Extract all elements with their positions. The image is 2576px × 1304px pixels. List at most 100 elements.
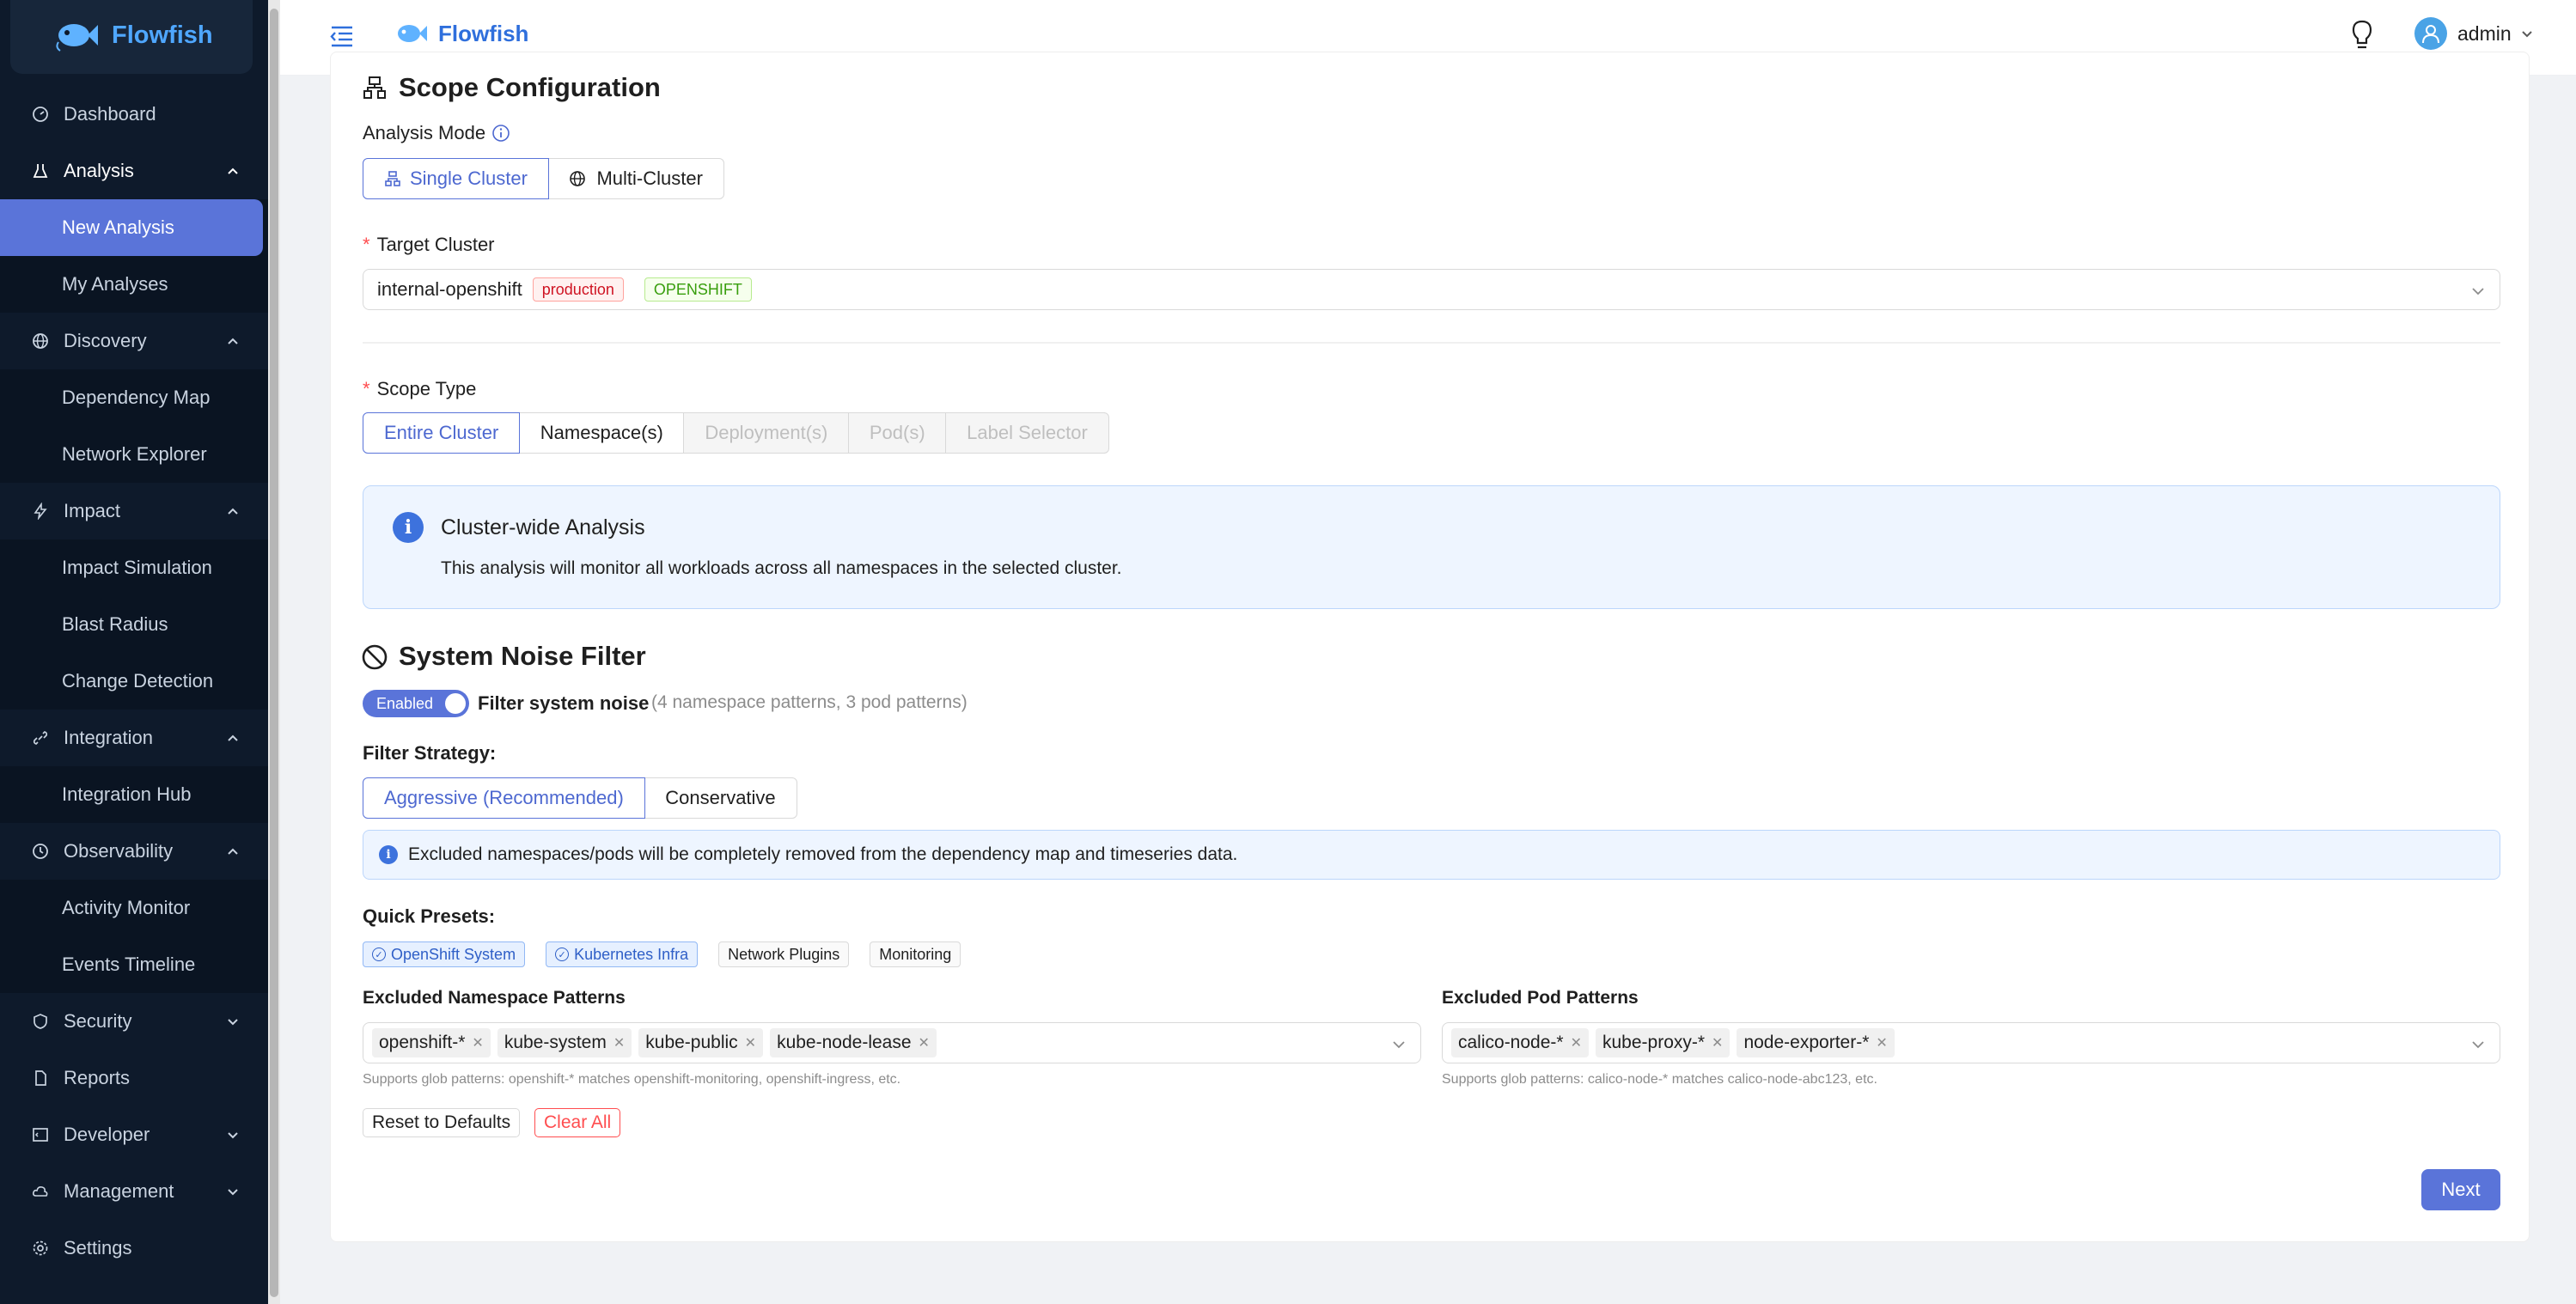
scope-deployments[interactable]: Deployment(s) xyxy=(683,412,850,454)
pod-patterns-label: Excluded Pod Patterns xyxy=(1442,988,1639,1008)
sidebar-item-settings[interactable]: Settings xyxy=(0,1220,268,1277)
close-icon[interactable]: ✕ xyxy=(472,1034,483,1051)
sidebar-item-label: Dependency Map xyxy=(62,387,211,408)
chip-label: kube-proxy-* xyxy=(1602,1033,1706,1052)
close-icon[interactable]: ✕ xyxy=(919,1034,930,1051)
sidebar-item-events-timeline[interactable]: Events Timeline xyxy=(0,936,268,993)
sidebar-item-change-detection[interactable]: Change Detection xyxy=(0,653,268,710)
check-circle-icon: ✓ xyxy=(555,948,570,961)
fish-logo-icon xyxy=(56,24,98,52)
mode-single-cluster[interactable]: Single Cluster xyxy=(363,158,549,199)
sidebar-item-dashboard[interactable]: Dashboard xyxy=(0,86,268,143)
reset-defaults-button[interactable]: Reset to Defaults xyxy=(363,1108,521,1137)
sidebar-item-dependency-map[interactable]: Dependency Map xyxy=(0,369,268,426)
preset-kubernetes-infra[interactable]: ✓ Kubernetes Infra xyxy=(546,941,699,967)
close-icon[interactable]: ✕ xyxy=(745,1034,756,1051)
sidebar-item-developer[interactable]: Developer xyxy=(0,1106,268,1163)
analysis-mode-label: Analysis Mode xyxy=(363,122,485,144)
sidebar-item-activity-monitor[interactable]: Activity Monitor xyxy=(0,880,268,936)
sidebar-item-integration-hub[interactable]: Integration Hub xyxy=(0,766,268,823)
file-icon xyxy=(31,1069,50,1088)
sidebar-item-label: Settings xyxy=(64,1237,132,1258)
ns-pattern-chip: kube-public ✕ xyxy=(638,1028,764,1057)
sidebar-item-impact-simulation[interactable]: Impact Simulation xyxy=(0,539,268,596)
ns-pattern-chip: kube-system ✕ xyxy=(497,1028,632,1057)
strategy-aggressive[interactable]: Aggressive (Recommended) xyxy=(363,777,645,819)
preset-label: OpenShift System xyxy=(391,945,516,963)
close-icon[interactable]: ✕ xyxy=(1712,1034,1723,1051)
chevron-up-icon xyxy=(228,734,238,741)
info-title: Cluster-wide Analysis xyxy=(441,515,645,539)
chip-label: kube-public xyxy=(645,1033,738,1052)
sidebar-item-impact[interactable]: Impact xyxy=(0,483,268,539)
cluster-wide-info-alert: i Cluster-wide Analysis This analysis wi… xyxy=(363,485,2500,609)
scope-pods[interactable]: Pod(s) xyxy=(847,412,947,454)
chevron-down-icon xyxy=(1393,1041,1405,1049)
sidebar-logo[interactable]: Flowfish xyxy=(10,0,253,74)
close-icon[interactable]: ✕ xyxy=(1571,1034,1582,1051)
sidebar-item-label: Impact xyxy=(64,500,121,521)
pod-pattern-chip: node-exporter-* ✕ xyxy=(1737,1028,1895,1057)
ns-patterns-hint: Supports glob patterns: openshift-* matc… xyxy=(363,1072,901,1087)
chevron-down-icon xyxy=(2472,288,2484,296)
cluster-type-tag: OPENSHIFT xyxy=(644,277,752,302)
sidebar-item-observability[interactable]: Observability xyxy=(0,823,268,880)
section-title: Scope Configuration xyxy=(399,72,661,102)
code-icon xyxy=(31,1125,50,1144)
close-icon[interactable]: ✕ xyxy=(1876,1034,1887,1051)
scope-label-selector[interactable]: Label Selector xyxy=(945,412,1109,454)
pod-pattern-chip: kube-proxy-* ✕ xyxy=(1595,1028,1731,1057)
info-circle-icon[interactable] xyxy=(491,124,510,143)
sidebar-item-label: Activity Monitor xyxy=(62,897,191,918)
ns-patterns-select[interactable]: openshift-* ✕ kube-system ✕ kube-public ✕ k… xyxy=(363,1022,1421,1063)
sidebar-item-integration[interactable]: Integration xyxy=(0,710,268,766)
strategy-conservative[interactable]: Conservative xyxy=(644,777,797,819)
sidebar-item-label: New Analysis xyxy=(62,216,174,238)
chip-label: kube-node-lease xyxy=(777,1033,912,1052)
scope-namespaces[interactable]: Namespace(s) xyxy=(518,412,685,454)
chevron-down-icon xyxy=(228,1132,238,1139)
sidebar-item-security[interactable]: Security xyxy=(0,993,268,1050)
required-mark: * xyxy=(363,378,370,399)
sidebar-item-discovery[interactable]: Discovery xyxy=(0,313,268,369)
sidebar-item-management[interactable]: Management xyxy=(0,1163,268,1220)
preset-label: Monitoring xyxy=(879,945,952,963)
sidebar-item-network-explorer[interactable]: Network Explorer xyxy=(0,426,268,483)
clear-all-button[interactable]: Clear All xyxy=(534,1108,621,1137)
quick-presets: ✓ OpenShift System ✓ Kubernetes Infra Ne… xyxy=(363,941,961,967)
sidebar-item-label: Blast Radius xyxy=(62,613,168,635)
next-button[interactable]: Next xyxy=(2421,1169,2500,1210)
noise-filter-toggle[interactable]: Enabled xyxy=(363,690,469,717)
sidebar-item-new-analysis[interactable]: New Analysis xyxy=(0,199,263,256)
menu-fold-icon[interactable] xyxy=(328,22,356,50)
cloud-icon xyxy=(31,1182,50,1201)
sidebar-item-label: Events Timeline xyxy=(62,954,196,975)
scope-entire-cluster[interactable]: Entire Cluster xyxy=(363,412,521,454)
info-icon: i xyxy=(379,845,398,864)
sidebar-scrollbar-thumb[interactable] xyxy=(270,9,278,1297)
preset-network-plugins[interactable]: Network Plugins xyxy=(718,941,850,967)
noise-filter-title: System Noise Filter xyxy=(399,641,646,671)
sidebar-item-my-analyses[interactable]: My Analyses xyxy=(0,256,268,313)
sidebar-item-label: Discovery xyxy=(64,330,147,351)
globe-icon xyxy=(31,332,50,350)
sidebar-item-label: Impact Simulation xyxy=(62,557,212,578)
close-icon[interactable]: ✕ xyxy=(613,1034,625,1051)
preset-monitoring[interactable]: Monitoring xyxy=(870,941,961,967)
preset-openshift-system[interactable]: ✓ OpenShift System xyxy=(363,941,526,967)
target-cluster-select[interactable]: internal-openshift production OPENSHIFT xyxy=(363,269,2500,310)
sidebar-item-blast-radius[interactable]: Blast Radius xyxy=(0,596,268,653)
pod-patterns-select[interactable]: calico-node-* ✕ kube-proxy-* ✕ node-export… xyxy=(1442,1022,2500,1063)
sidebar-item-reports[interactable]: Reports xyxy=(0,1050,268,1106)
toggle-label: Enabled xyxy=(376,694,434,712)
chevron-up-icon xyxy=(228,508,238,515)
chevron-down-icon[interactable] xyxy=(2519,26,2535,41)
sidebar-submenu-integration: Integration Hub xyxy=(0,766,268,823)
ns-patterns-label: Excluded Namespace Patterns xyxy=(363,988,626,1008)
cluster-icon xyxy=(385,171,400,186)
chip-label: calico-node-* xyxy=(1458,1033,1564,1052)
mode-multi-cluster[interactable]: Multi-Cluster xyxy=(547,158,724,199)
globe-icon xyxy=(570,171,586,186)
sidebar-item-analysis[interactable]: Analysis xyxy=(0,143,268,199)
mode-label: Multi-Cluster xyxy=(596,168,703,189)
